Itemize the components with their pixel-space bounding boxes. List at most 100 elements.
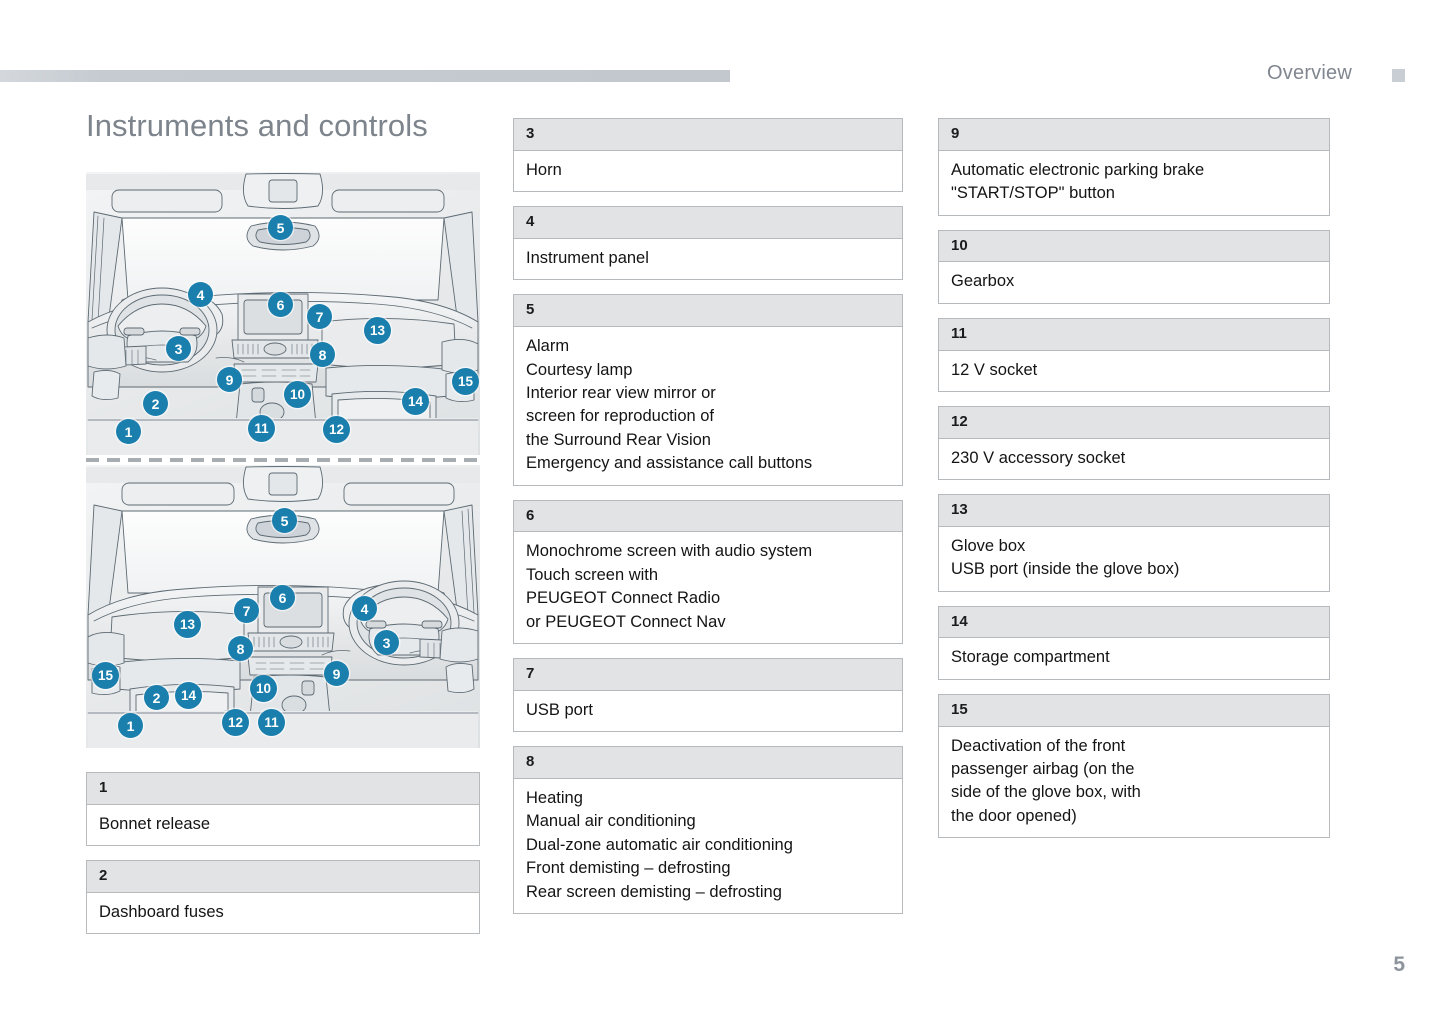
- legend-line: Glove box: [951, 536, 1026, 555]
- callout-badge-2: 2: [143, 391, 168, 416]
- illustration-separator: [86, 455, 480, 465]
- legend-number: 9: [938, 118, 1330, 151]
- callout-badge-2: 2: [144, 685, 169, 710]
- legend-body: USB port: [513, 690, 903, 733]
- legend-number: 13: [938, 494, 1330, 527]
- section-title: Overview: [1267, 62, 1352, 84]
- legend-line: Rear screen demisting – defrosting: [526, 882, 782, 901]
- illustration-dashboard-rhd: 5 6 4 7 13 3 8 9 15 10 14 2 12 11 1: [86, 465, 480, 748]
- callout-badge-13: 13: [174, 611, 201, 638]
- legend-body: Storage compartment: [938, 638, 1330, 680]
- legend-table-11: 11 12 V socket: [938, 317, 1330, 392]
- legend-body: Deactivation of the front passenger airb…: [938, 726, 1330, 839]
- legend-line: Bonnet release: [99, 814, 210, 833]
- legend-number: 10: [938, 229, 1330, 263]
- legend-line: Courtesy lamp: [526, 360, 633, 379]
- callout-badge-1: 1: [116, 419, 141, 444]
- legend-line: USB port (inside the glove box): [951, 560, 1180, 579]
- legend-line: Monochrome screen with audio system: [526, 542, 813, 561]
- legend-table-13: 13 Glove box USB port (inside the glove …: [938, 494, 1330, 592]
- legend-body: Automatic electronic parking brake "STAR…: [938, 150, 1330, 216]
- legend-line: Alarm: [526, 337, 570, 356]
- legend-number: 2: [86, 860, 480, 893]
- manual-page: Overview Instruments and controls 5 4 6 …: [0, 0, 1445, 1019]
- callout-badge-10: 10: [250, 675, 277, 702]
- legend-line: Heating: [526, 788, 583, 807]
- legend-number: 14: [938, 605, 1330, 639]
- legend-body: Dashboard fuses: [86, 892, 480, 935]
- legend-line: 230 V accessory socket: [951, 448, 1126, 467]
- legend-table-12: 12 230 V accessory socket: [938, 405, 1330, 481]
- legend-number: 1: [86, 772, 480, 805]
- legend-number: 6: [513, 499, 903, 533]
- legend-line: "START/STOP" button: [951, 184, 1115, 203]
- header-accent-bar: [0, 70, 730, 82]
- legend-body: Bonnet release: [86, 804, 480, 847]
- legend-table-1: 1 Bonnet release: [86, 772, 480, 847]
- legend-table-8: 8 Heating Manual air conditioning Dual-z…: [513, 746, 903, 915]
- legend-body: 230 V accessory socket: [938, 438, 1330, 481]
- legend-line: USB port: [526, 700, 593, 719]
- legend-table-5: 5 Alarm Courtesy lamp Interior rear view…: [513, 294, 903, 486]
- callout-badge-14: 14: [175, 682, 202, 709]
- legend-line: Automatic electronic parking brake: [951, 160, 1205, 179]
- legend-body: Gearbox: [938, 262, 1330, 304]
- legend-line: Dashboard fuses: [99, 902, 224, 921]
- legend-table-15: 15 Deactivation of the front passenger a…: [938, 693, 1330, 839]
- legend-line: Gearbox: [951, 272, 1015, 291]
- legend-table-4: 4 Instrument panel: [513, 206, 903, 281]
- legend-table-3: 3 Horn: [513, 118, 903, 193]
- legend-body: Alarm Courtesy lamp Interior rear view m…: [513, 327, 903, 486]
- header-right-group: Overview: [1267, 62, 1405, 85]
- legend-number: 4: [513, 206, 903, 239]
- legend-table-14: 14 Storage compartment: [938, 605, 1330, 680]
- legend-number: 8: [513, 746, 903, 779]
- middle-column: 3 Horn 4 Instrument panel 5 Alarm Courte…: [513, 118, 903, 928]
- legend-line: Dual-zone automatic air conditioning: [526, 835, 793, 854]
- callout-badge-9: 9: [217, 367, 242, 392]
- legend-table-6: 6 Monochrome screen with audio system To…: [513, 499, 903, 645]
- callout-badge-7: 7: [307, 304, 332, 329]
- callout-badge-4: 4: [352, 596, 377, 621]
- legend-line: passenger airbag (on the: [951, 760, 1135, 779]
- legend-number: 11: [938, 317, 1330, 351]
- legend-line: side of the glove box, with: [951, 783, 1141, 802]
- callout-badge-4: 4: [188, 282, 213, 307]
- legend-body: Heating Manual air conditioning Dual-zon…: [513, 778, 903, 915]
- legend-line: Manual air conditioning: [526, 812, 696, 831]
- callout-badge-7: 7: [234, 598, 259, 623]
- callout-badge-15: 15: [452, 368, 479, 395]
- illustration-dashboard-lhd: 5 4 6 7 13 3 8 9 15 10 14 2 11 12 1: [86, 172, 480, 455]
- callout-badge-11: 11: [248, 415, 275, 442]
- legend-number: 3: [513, 118, 903, 151]
- legend-line: the door opened): [951, 806, 1077, 825]
- legend-line: Emergency and assistance call buttons: [526, 454, 813, 473]
- callout-badge-1: 1: [118, 713, 143, 738]
- legend-number: 12: [938, 405, 1330, 439]
- callout-badge-11: 11: [258, 709, 285, 736]
- legend-table-7: 7 USB port: [513, 658, 903, 733]
- legend-table-9: 9 Automatic electronic parking brake "ST…: [938, 118, 1330, 216]
- callout-badge-3: 3: [374, 630, 399, 655]
- legend-number: 7: [513, 658, 903, 691]
- right-column: 9 Automatic electronic parking brake "ST…: [938, 118, 1330, 852]
- legend-body: Monochrome screen with audio system Touc…: [513, 532, 903, 645]
- legend-body: Instrument panel: [513, 238, 903, 281]
- callout-badge-3: 3: [166, 336, 191, 361]
- legend-body: Glove box USB port (inside the glove box…: [938, 526, 1330, 592]
- legend-body: Horn: [513, 150, 903, 193]
- legend-line: or PEUGEOT Connect Nav: [526, 612, 726, 631]
- callout-badge-9: 9: [324, 661, 349, 686]
- page-number: 5: [1393, 953, 1405, 976]
- legend-line: Deactivation of the front: [951, 736, 1126, 755]
- callout-badge-5: 5: [268, 215, 293, 240]
- legend-number: 5: [513, 294, 903, 328]
- legend-line: Touch screen with: [526, 565, 659, 584]
- callout-badge-8: 8: [310, 342, 335, 367]
- legend-table-2: 2 Dashboard fuses: [86, 860, 480, 935]
- legend-line: Instrument panel: [526, 248, 649, 267]
- callout-badge-13: 13: [364, 317, 391, 344]
- section-square-marker-icon: [1392, 69, 1405, 82]
- legend-line: Front demisting – defrosting: [526, 859, 731, 878]
- legend-line: screen for reproduction of: [526, 407, 715, 426]
